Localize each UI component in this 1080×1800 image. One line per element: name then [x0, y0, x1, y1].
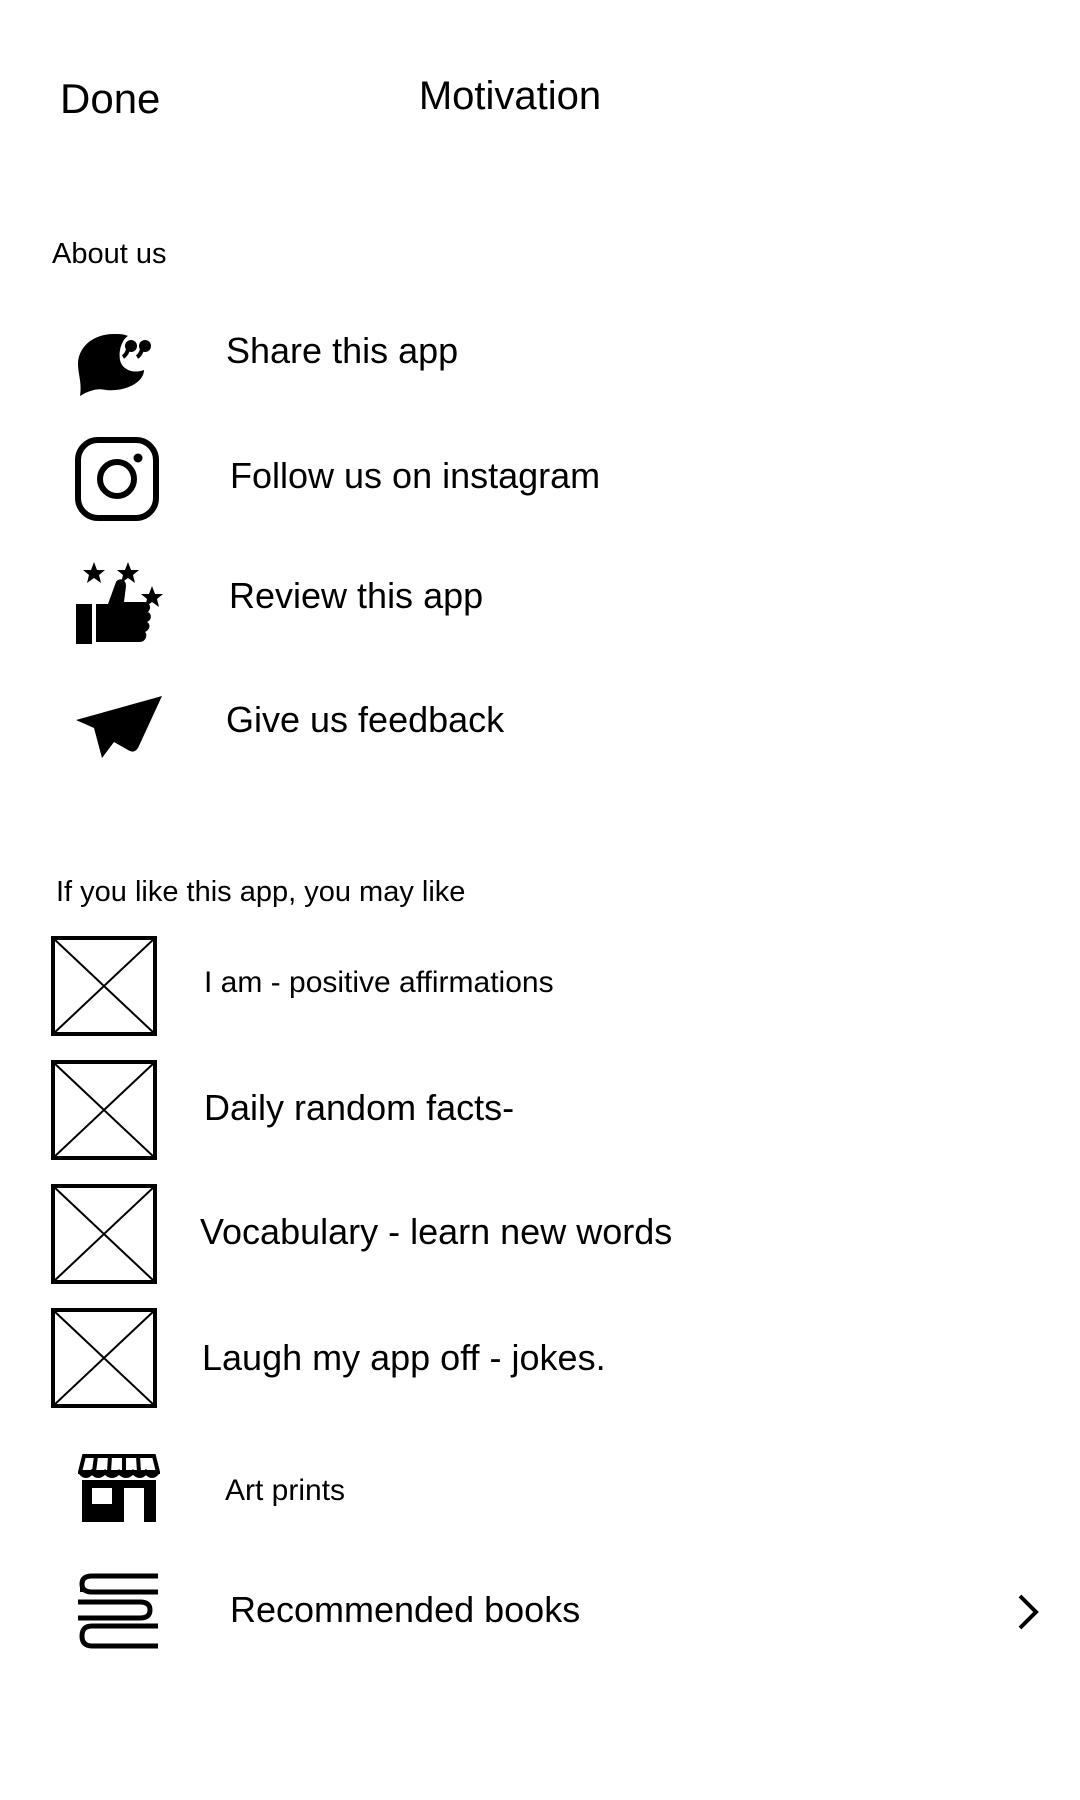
recommended-app-label: Daily random facts- [204, 1087, 515, 1128]
chevron-right-icon [1018, 1594, 1039, 1630]
review-app-label: Review this app [229, 575, 484, 616]
recommended-app-label: I am - positive affirmations [204, 966, 554, 999]
follow-instagram-label: Follow us on instagram [230, 455, 601, 496]
share-app-item[interactable]: Share this app [0, 310, 1080, 410]
section-heading-recommendations: If you like this app, you may like [56, 876, 466, 908]
recommended-app-affirmations[interactable]: I am - positive affirmations [0, 936, 1080, 1036]
review-app-item[interactable]: Review this app [0, 548, 1080, 648]
image-placeholder-icon [51, 936, 157, 1036]
give-feedback-label: Give us feedback [226, 699, 505, 740]
recommended-books-label: Recommended books [230, 1589, 581, 1630]
speech-bubble-icon [78, 334, 151, 396]
image-placeholder-icon [51, 1184, 157, 1284]
recommended-books-item[interactable]: Recommended books [0, 1560, 1080, 1660]
recommended-app-jokes[interactable]: Laugh my app off - jokes. [0, 1308, 1080, 1408]
books-icon [78, 1573, 158, 1649]
paper-plane-icon [76, 696, 162, 758]
storefront-icon [78, 1454, 160, 1522]
page-title: Motivation [418, 74, 602, 118]
art-prints-label: Art prints [225, 1474, 346, 1507]
image-placeholder-icon [51, 1308, 157, 1408]
recommended-app-label: Vocabulary - learn new words [200, 1211, 673, 1252]
instagram-icon [75, 437, 159, 521]
recommended-app-vocabulary[interactable]: Vocabulary - learn new words [0, 1184, 1080, 1284]
share-app-label: Share this app [226, 330, 459, 371]
recommended-app-random-facts[interactable]: Daily random facts- [0, 1060, 1080, 1160]
image-placeholder-icon [51, 1060, 157, 1160]
recommended-app-label: Laugh my app off - jokes. [202, 1337, 606, 1378]
thumbs-up-stars-icon [76, 562, 163, 644]
follow-instagram-item[interactable]: Follow us on instagram [0, 428, 1080, 528]
section-heading-about: About us [52, 238, 167, 270]
give-feedback-item[interactable]: Give us feedback [0, 670, 1080, 770]
art-prints-item[interactable]: Art prints [0, 1440, 1080, 1540]
